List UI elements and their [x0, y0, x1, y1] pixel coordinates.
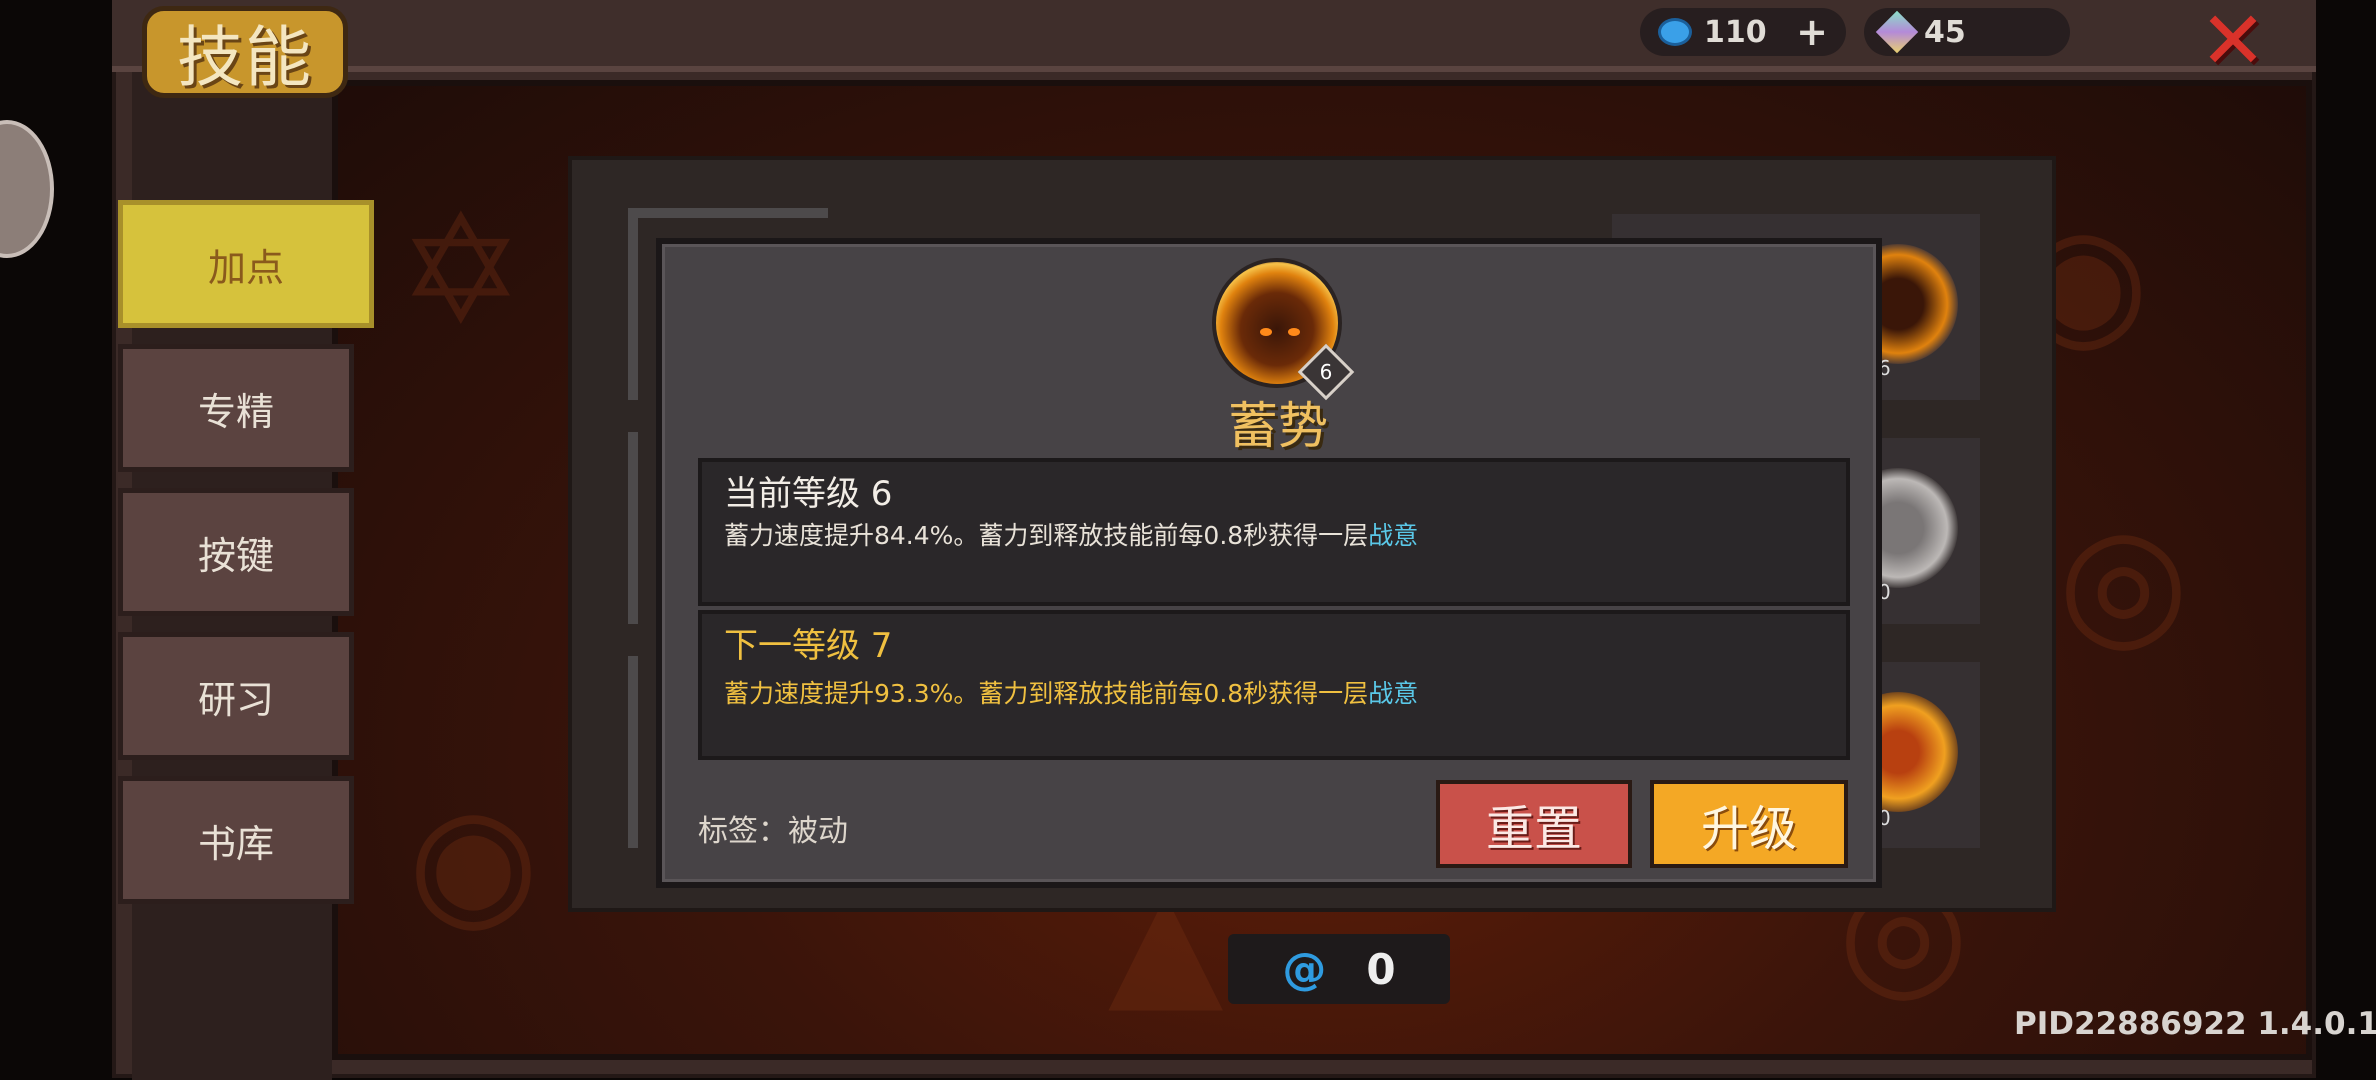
tab-study[interactable]: 研习 — [118, 632, 354, 760]
add-currency-button[interactable]: + — [1796, 10, 1828, 54]
blue-currency-value: 110 — [1704, 14, 1767, 50]
current-level-title: 当前等级 6 — [724, 474, 893, 514]
current-level-section: 当前等级 6 蓄力速度提升84.4%。蓄力到释放技能前每0.8秒获得一层战意 — [698, 458, 1850, 606]
gem-currency-value: 45 — [1924, 14, 1966, 50]
current-keyword[interactable]: 战意 — [1368, 521, 1418, 550]
current-desc-text: 蓄力速度提升84.4%。蓄力到释放技能前每0.8秒获得一层 — [724, 521, 1369, 550]
next-level-desc: 蓄力速度提升93.3%。蓄力到释放技能前每0.8秒获得一层战意 — [724, 674, 1418, 710]
skill-name: 蓄势 — [1228, 397, 1328, 455]
upgrade-button[interactable]: 升级 — [1650, 780, 1848, 868]
skill-points: @ 0 — [1228, 934, 1450, 1004]
skill-points-value: 0 — [1366, 944, 1396, 994]
skill-tag: 标签：被动 — [698, 814, 848, 849]
rune-decoration: ◉ — [408, 774, 539, 948]
blue-currency: 110 + — [1640, 8, 1846, 56]
rune-decoration: ◎ — [2058, 494, 2189, 668]
gem-icon — [1875, 10, 1919, 54]
version-label: PID22886922 1.4.0.15 — [2014, 1006, 2376, 1042]
next-desc-text: 蓄力速度提升93.3%。蓄力到释放技能前每0.8秒获得一层 — [724, 679, 1369, 708]
tab-specialization[interactable]: 专精 — [118, 344, 354, 472]
current-level-desc: 蓄力速度提升84.4%。蓄力到释放技能前每0.8秒获得一层战意 — [724, 516, 1418, 552]
gem-currency: 45 — [1864, 8, 2070, 56]
blue-orb-icon — [1658, 18, 1692, 46]
page-title: 技能 — [142, 6, 348, 98]
next-level-title: 下一等级 7 — [724, 626, 893, 666]
reset-button[interactable]: 重置 — [1436, 780, 1632, 868]
swirl-icon: @ — [1282, 943, 1327, 995]
rune-decoration: ✡ — [398, 184, 524, 358]
tab-allocate[interactable]: 加点 — [118, 200, 374, 328]
next-keyword[interactable]: 战意 — [1368, 679, 1418, 708]
side-avatar[interactable] — [0, 120, 54, 258]
tab-library[interactable]: 书库 — [118, 776, 354, 904]
next-level-section: 下一等级 7 蓄力速度提升93.3%。蓄力到释放技能前每0.8秒获得一层战意 — [698, 610, 1850, 760]
close-button[interactable]: ✕ — [2198, 1, 2268, 81]
tab-keybinds[interactable]: 按键 — [118, 488, 354, 616]
